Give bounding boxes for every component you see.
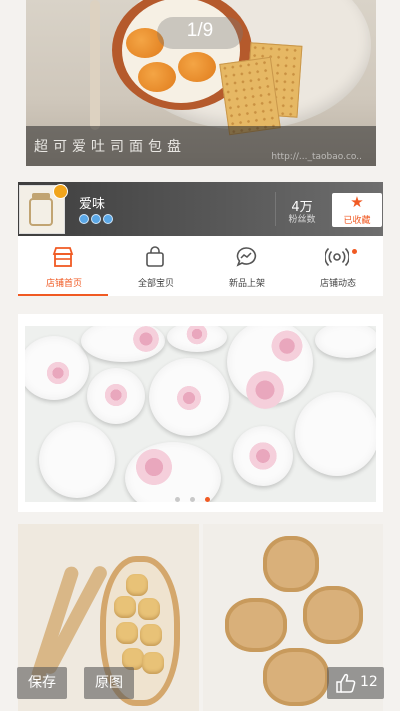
banner-carousel[interactable]: [25, 326, 376, 502]
tab-shop-updates[interactable]: 店铺动态: [292, 236, 384, 296]
cracker-image: [219, 56, 281, 136]
shop-name: 爱味: [79, 197, 106, 212]
plate-image: [295, 392, 376, 476]
apricot-image: [138, 62, 176, 92]
tab-label: 新品上架: [228, 279, 265, 289]
bear-plate-image: [225, 598, 287, 652]
apricot-image: [178, 52, 216, 82]
cookie-image: [142, 652, 164, 674]
diamond-icon: [91, 214, 101, 224]
shop-icon: [52, 247, 74, 267]
thumbs-up-icon: [336, 673, 356, 693]
notification-dot: [352, 249, 357, 254]
blossom-pattern: [247, 440, 279, 472]
bag-icon: [146, 246, 164, 267]
blossom-pattern: [103, 382, 129, 408]
tab-label: 店铺动态: [319, 279, 356, 289]
tab-label: 店铺首页: [45, 279, 82, 289]
image-caption: 超可爱吐司面包盘: [34, 139, 186, 155]
divider: [275, 192, 276, 226]
monkey-plate-image: [303, 586, 363, 644]
jar-shape: [29, 198, 53, 226]
blossom-pattern: [269, 328, 305, 364]
blossom-pattern: [45, 360, 71, 386]
star-icon: ★: [350, 193, 364, 211]
original-image-button[interactable]: 原图: [84, 667, 134, 699]
cookie-image: [138, 598, 160, 620]
active-tab-indicator: [18, 294, 108, 296]
favorite-label: 已收藏: [343, 216, 371, 226]
like-count: 12: [360, 674, 378, 690]
cookie-image: [126, 574, 148, 596]
cookie-image: [140, 624, 162, 646]
watermark-text: http://..._taobao.co..: [271, 152, 362, 162]
plate-image: [39, 422, 115, 498]
broadcast-icon: [325, 247, 349, 267]
carousel-dot-active[interactable]: [205, 497, 210, 502]
tab-new-arrivals[interactable]: 新品上架: [201, 236, 293, 296]
image-counter: 1/9: [186, 20, 214, 41]
fans-label: 粉丝数: [288, 215, 316, 225]
tab-shop-home[interactable]: 店铺首页: [18, 236, 110, 296]
medal-icon: [53, 184, 68, 199]
plate-image: [315, 326, 376, 358]
cookie-image: [116, 622, 138, 644]
monkey-plate-image: [263, 536, 319, 592]
spoon-image: [90, 0, 100, 130]
shop-header[interactable]: [18, 182, 383, 236]
save-button[interactable]: 保存: [17, 667, 67, 699]
cookie-image: [114, 596, 136, 618]
blossom-pattern: [133, 446, 175, 488]
blossom-pattern: [243, 368, 287, 412]
tab-all-items[interactable]: 全部宝贝: [110, 236, 202, 296]
tab-label: 全部宝贝: [137, 279, 174, 289]
blossom-pattern: [175, 384, 203, 412]
diamond-icon: [103, 214, 113, 224]
carousel-dot[interactable]: [190, 497, 195, 502]
diamond-icon: [79, 214, 89, 224]
chat-bubble-icon: [236, 247, 257, 267]
carousel-dot[interactable]: [175, 497, 180, 502]
pig-plate-image: [263, 648, 329, 706]
